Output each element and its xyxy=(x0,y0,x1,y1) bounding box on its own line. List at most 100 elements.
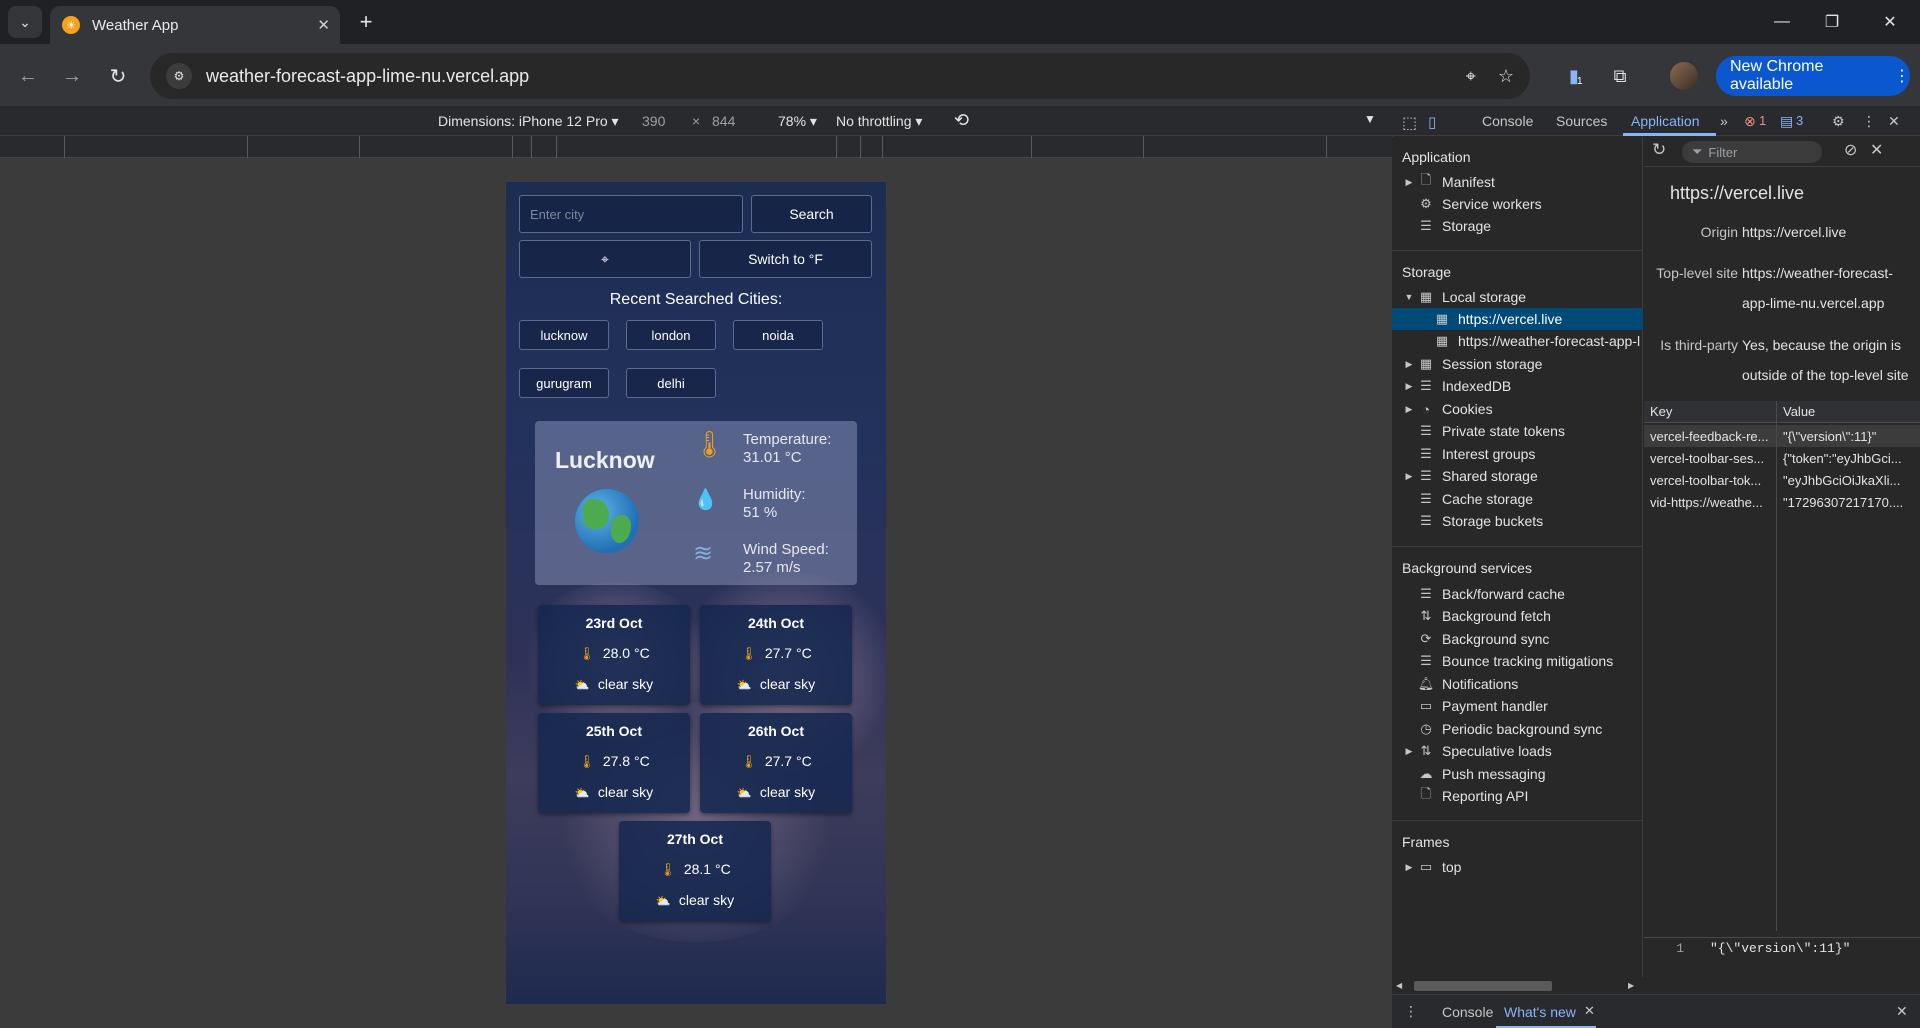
expand-arrow-icon[interactable]: ▶ xyxy=(1402,177,1416,188)
back-icon[interactable]: ← xyxy=(12,60,44,92)
inspect-element-icon[interactable]: ⬚ xyxy=(1402,113,1417,133)
width-field[interactable]: 390 xyxy=(642,113,665,129)
sidebar-item-private-state-tokens[interactable]: ☰ Private state tokens xyxy=(1402,420,1653,442)
reload-icon[interactable]: ↻ xyxy=(102,60,134,92)
throttling-select[interactable]: No throttling ▾ xyxy=(836,113,922,130)
close-drawer-tab-icon[interactable]: ✕ xyxy=(1584,1003,1595,1019)
sidebar-item-push-messaging[interactable]: ☁ Push messaging xyxy=(1402,763,1653,785)
sidebar-item-payment-handler[interactable]: ▭ Payment handler xyxy=(1402,695,1653,717)
site-info-icon[interactable]: ⚙ xyxy=(166,63,192,89)
close-drawer-icon[interactable]: ✕ xyxy=(1896,1003,1908,1020)
drawer-menu-icon[interactable]: ⋮ xyxy=(1404,1003,1418,1020)
recent-city-lucknow[interactable]: lucknow xyxy=(519,320,609,350)
sidebar-item-storage[interactable]: ☰ Storage xyxy=(1402,215,1653,237)
expand-arrow-icon[interactable]: ▶ xyxy=(1402,862,1416,873)
minimize-button[interactable]: — xyxy=(1754,0,1810,44)
filter-input[interactable]: ⏷ Filter xyxy=(1682,141,1822,163)
table-row[interactable]: vercel-feedback-re... xyxy=(1644,425,1776,447)
bookmark-star-icon[interactable]: ☆ xyxy=(1498,66,1514,87)
sidebar-item-bfcache[interactable]: ☰ Back/forward cache xyxy=(1402,583,1653,605)
forward-icon[interactable]: → xyxy=(56,60,88,92)
sidebar-item-service-workers[interactable]: ⚙ Service workers xyxy=(1402,193,1653,215)
menu-dots-icon[interactable]: ⋮ xyxy=(1894,66,1910,86)
restore-button[interactable]: ❐ xyxy=(1804,0,1860,44)
sidebar-item-background-sync[interactable]: ⟳ Background sync xyxy=(1402,628,1653,650)
expand-arrow-icon[interactable]: ▶ xyxy=(1402,359,1416,370)
settings-gear-icon[interactable]: ⚙ xyxy=(1832,113,1845,130)
current-location-button[interactable]: ⌖ xyxy=(519,240,691,278)
recent-city-delhi[interactable]: delhi xyxy=(626,368,716,398)
puzzle-icon[interactable]: ⧉ xyxy=(1606,62,1634,90)
sidebar-item-ls-weather[interactable]: ▦ https://weather-forecast-app-l xyxy=(1392,330,1643,352)
sidebar-item-cache-storage[interactable]: ☰ Cache storage xyxy=(1402,488,1653,510)
table-cell[interactable]: "17296307217170.... xyxy=(1777,491,1920,513)
sidebar-item-frame-top[interactable]: ▶ ▭ top xyxy=(1402,856,1653,878)
device-select[interactable]: Dimensions: iPhone 12 Pro ▾ xyxy=(438,113,619,130)
unit-toggle-button[interactable]: Switch to °F xyxy=(699,240,872,278)
rotate-icon[interactable]: ⟲ xyxy=(954,110,969,131)
update-chrome-button[interactable]: New Chrome available ⋮ xyxy=(1716,56,1910,96)
table-cell[interactable]: {"token":"eyJhbGci... xyxy=(1777,447,1920,469)
sidebar-item-bounce-tracking[interactable]: ☰ Bounce tracking mitigations xyxy=(1402,650,1653,672)
error-icon[interactable]: ⊗ xyxy=(1744,113,1756,130)
sidebar-item-local-storage[interactable]: ▼ ▦ Local storage xyxy=(1402,286,1653,308)
device-toggle-icon[interactable]: ▯ xyxy=(1428,113,1436,131)
close-devtools-icon[interactable]: ✕ xyxy=(1888,113,1900,130)
recent-city-noida[interactable]: noida xyxy=(733,320,823,350)
sidebar-scrollbar[interactable]: ◀ ▶ xyxy=(1392,977,1643,994)
scroll-thumb[interactable] xyxy=(1414,981,1552,991)
tab-console[interactable]: Console xyxy=(1482,113,1533,129)
scroll-right-icon[interactable]: ▶ xyxy=(1628,981,1634,990)
column-value[interactable]: Value xyxy=(1777,401,1920,423)
sidebar-item-indexeddb[interactable]: ▶ ☰ IndexedDB xyxy=(1402,375,1653,397)
browser-tab[interactable]: ☀ Weather App ✕ xyxy=(50,6,340,44)
address-bar[interactable]: ⚙ weather-forecast-app-lime-nu.vercel.ap… xyxy=(150,53,1530,99)
drawer-tab-whats-new[interactable]: What's new xyxy=(1504,1004,1576,1020)
sidebar-item-notifications[interactable]: 🔔︎ Notifications xyxy=(1402,673,1653,695)
sidebar-item-storage-buckets[interactable]: ☰ Storage buckets xyxy=(1402,510,1653,532)
scroll-left-icon[interactable]: ◀ xyxy=(1396,981,1402,990)
search-button[interactable]: Search xyxy=(751,195,872,233)
tab-sources[interactable]: Sources xyxy=(1556,113,1607,129)
new-tab-button[interactable]: + xyxy=(352,8,380,36)
clear-all-icon[interactable]: ⊘ xyxy=(1844,140,1857,160)
table-cell[interactable]: "eyJhbGciOiJkaXli... xyxy=(1777,469,1920,491)
expand-arrow-icon[interactable]: ▶ xyxy=(1402,746,1416,757)
more-tabs-icon[interactable]: » xyxy=(1720,113,1728,129)
expand-arrow-icon[interactable]: ▶ xyxy=(1402,404,1416,415)
close-window-button[interactable]: ✕ xyxy=(1862,0,1918,44)
sidebar-item-interest-groups[interactable]: ☰ Interest groups xyxy=(1402,443,1653,465)
zoom-select[interactable]: 78% ▾ xyxy=(778,113,817,130)
table-row[interactable]: vercel-toolbar-ses... xyxy=(1644,447,1776,469)
sidebar-item-periodic-sync[interactable]: ◷ Periodic background sync xyxy=(1402,718,1653,740)
sidebar-item-speculative-loads[interactable]: ▶ ⇅ Speculative loads xyxy=(1402,740,1653,762)
city-input[interactable] xyxy=(519,195,743,233)
drawer-tab-console[interactable]: Console xyxy=(1442,1004,1493,1020)
collapse-arrow-icon[interactable]: ▼ xyxy=(1402,292,1416,302)
message-icon[interactable]: ▤ xyxy=(1780,113,1793,130)
location-icon[interactable]: ⌖ xyxy=(1466,66,1476,87)
column-key[interactable]: Key xyxy=(1644,401,1776,423)
tab-application[interactable]: Application xyxy=(1631,113,1700,129)
sidebar-item-reporting-api[interactable]: 🗋 Reporting API xyxy=(1402,785,1653,807)
delete-selected-icon[interactable]: ✕ xyxy=(1870,140,1883,160)
device-options-icon[interactable]: ▼ xyxy=(1364,112,1376,126)
devtools-menu-icon[interactable]: ⋮ xyxy=(1862,113,1876,130)
recent-city-london[interactable]: london xyxy=(626,320,716,350)
extension-icon[interactable]: ▮ xyxy=(1560,62,1588,90)
sidebar-item-shared-storage[interactable]: ▶ ☰ Shared storage xyxy=(1402,465,1653,487)
expand-arrow-icon[interactable]: ▶ xyxy=(1402,471,1416,482)
table-cell[interactable]: "{\"version\":11}" xyxy=(1777,425,1920,447)
expand-arrow-icon[interactable]: ▶ xyxy=(1402,381,1416,392)
sidebar-item-ls-vercel-live[interactable]: ▦ https://vercel.live xyxy=(1392,308,1643,330)
avatar[interactable] xyxy=(1670,62,1698,90)
url-text[interactable]: weather-forecast-app-lime-nu.vercel.app xyxy=(206,66,1444,87)
sidebar-item-cookies[interactable]: ▶ ◔ Cookies xyxy=(1402,398,1653,420)
height-field[interactable]: 844 xyxy=(712,113,735,129)
recent-city-gurugram[interactable]: gurugram xyxy=(519,368,609,398)
tab-search-button[interactable]: ⌄ xyxy=(8,6,42,38)
sidebar-item-manifest[interactable]: ▶ 🗋 Manifest xyxy=(1402,171,1653,193)
table-row[interactable]: vid-https://weathe... xyxy=(1644,491,1776,513)
table-row[interactable]: vercel-toolbar-tok... xyxy=(1644,469,1776,491)
sidebar-item-session-storage[interactable]: ▶ ▦ Session storage xyxy=(1402,353,1653,375)
